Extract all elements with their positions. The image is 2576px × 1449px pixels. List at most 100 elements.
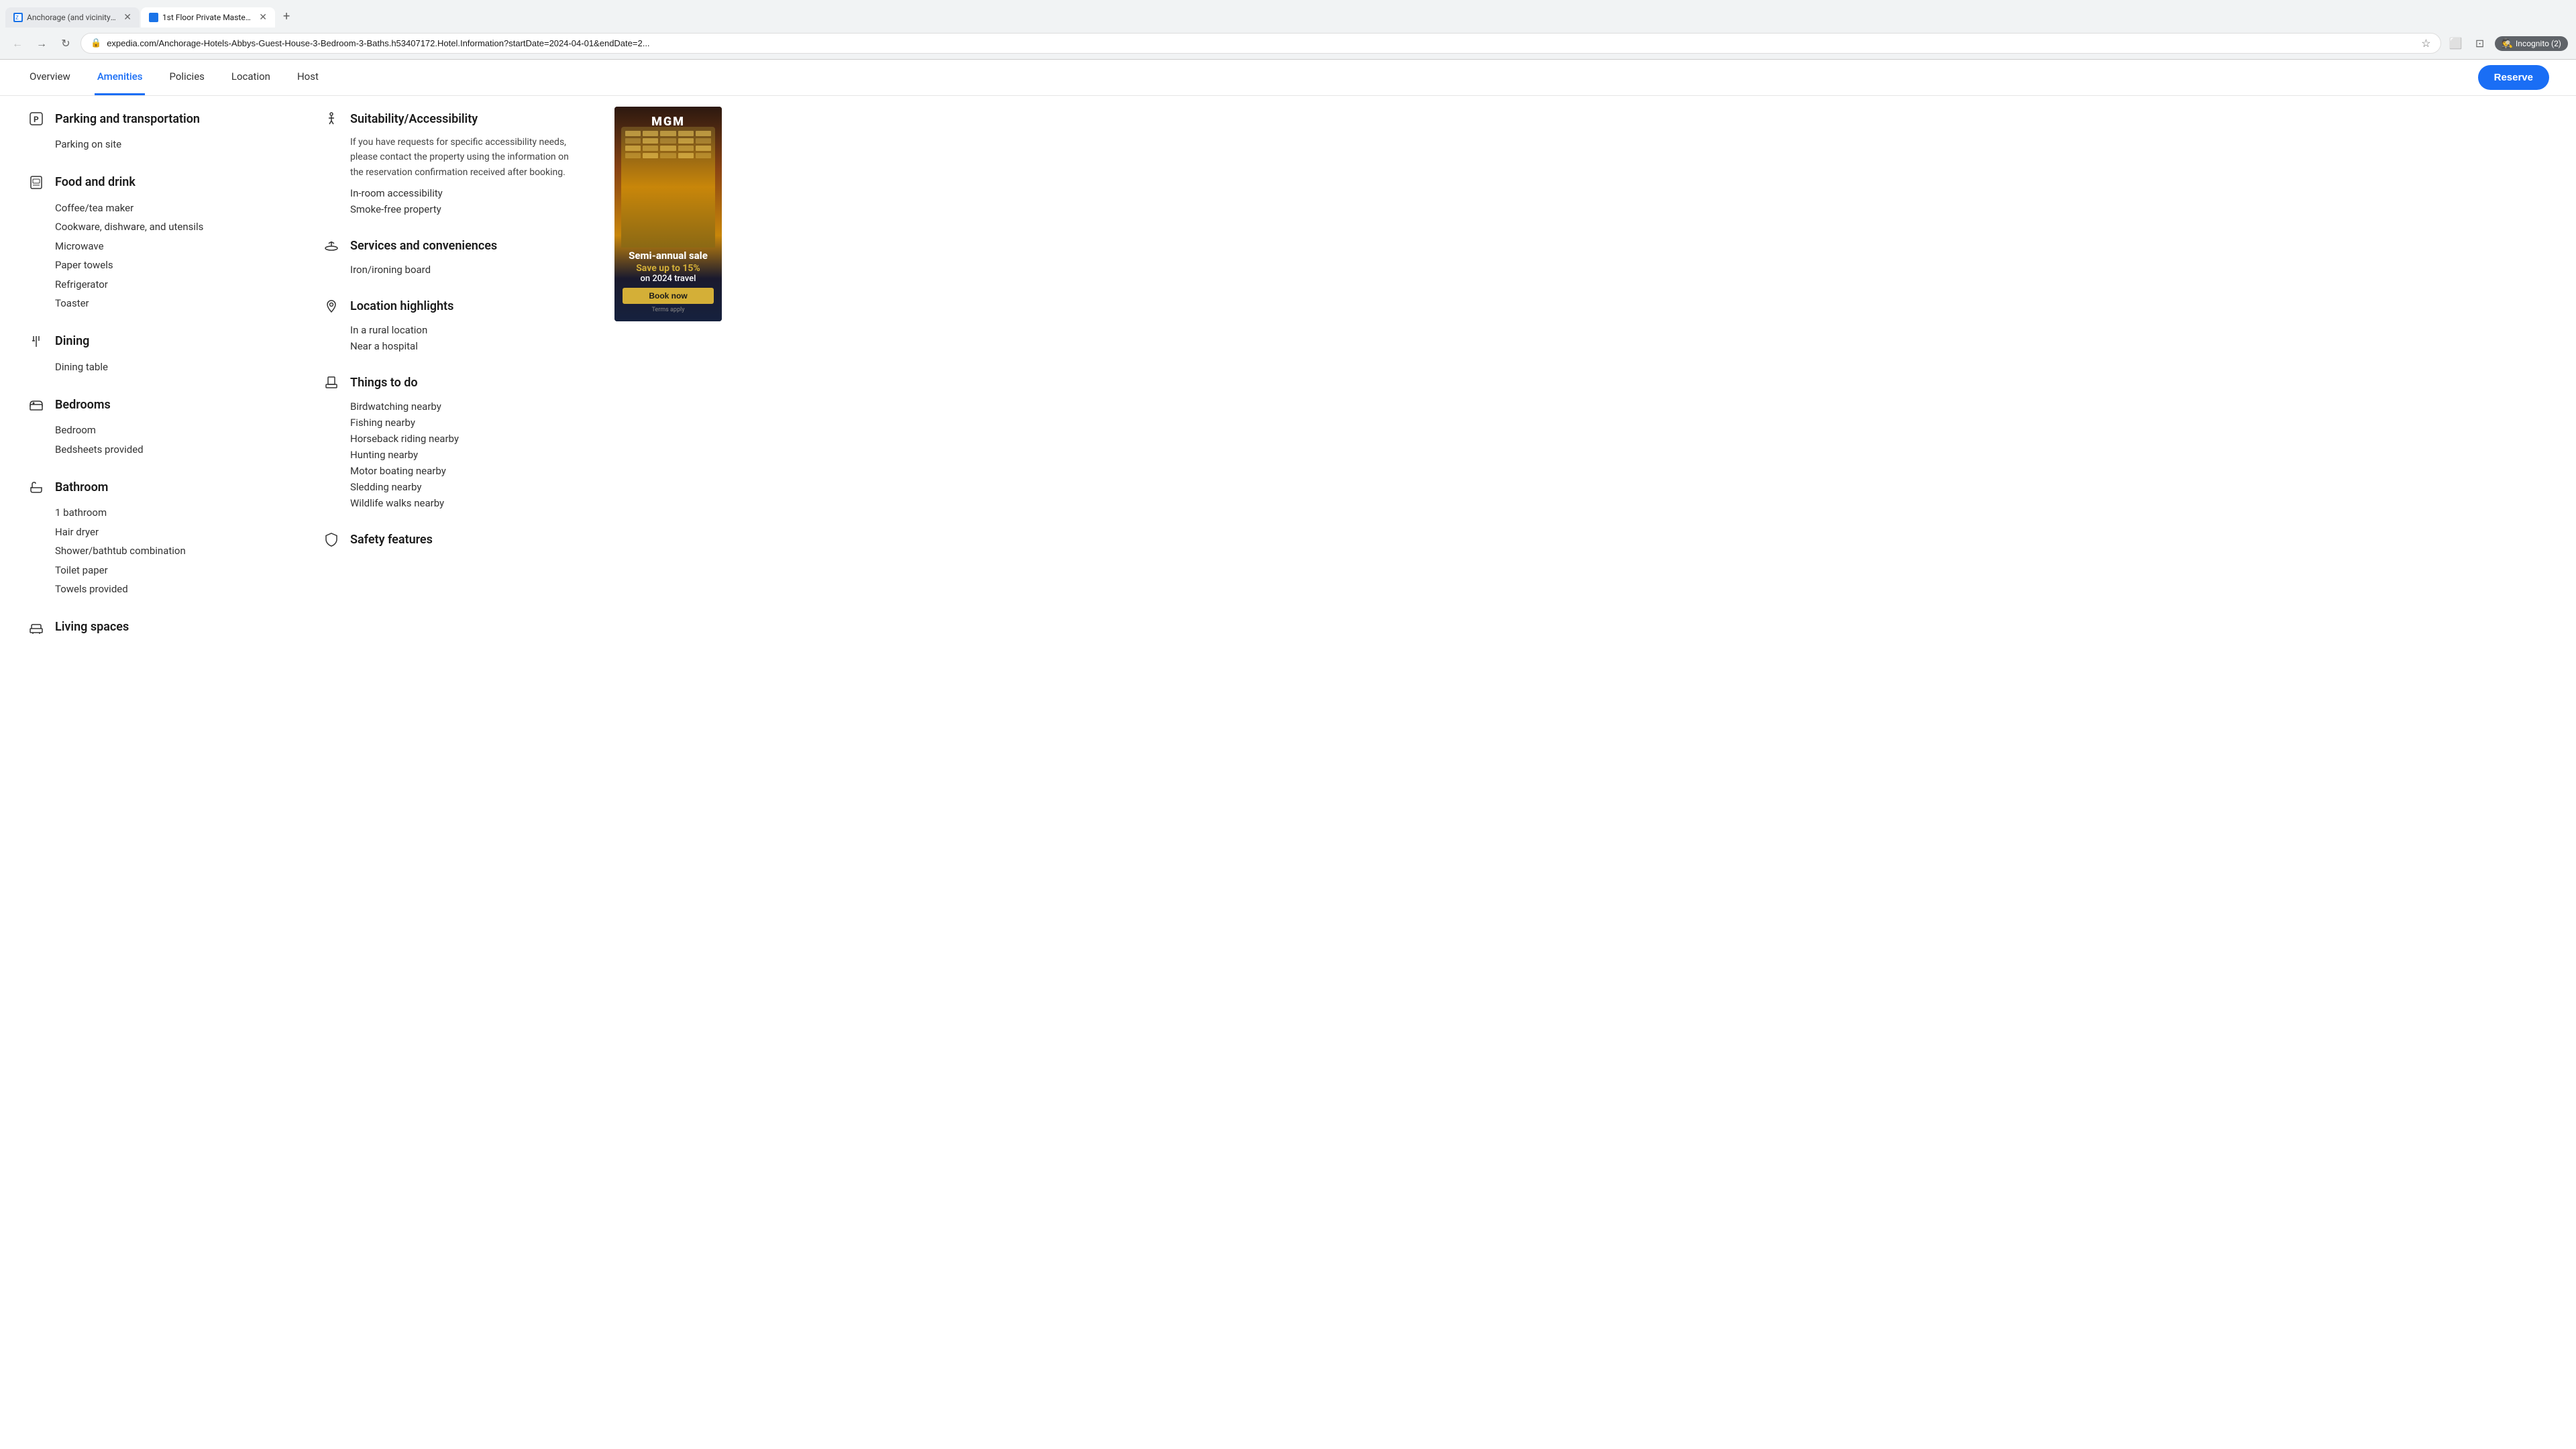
accessibility-icon — [322, 109, 341, 128]
tab-2-close[interactable]: ✕ — [259, 13, 267, 22]
bathroom-title: Bathroom — [55, 480, 108, 494]
safety-icon — [322, 530, 341, 549]
bedrooms-item-1: Bedsheets provided — [55, 440, 282, 460]
parking-item-0: Parking on site — [55, 135, 282, 154]
living-header: Living spaces — [27, 618, 282, 637]
living-icon — [27, 618, 46, 637]
nav-amenities[interactable]: Amenities — [95, 60, 146, 95]
reload-button[interactable]: ↻ — [56, 34, 75, 53]
right-column: Suitability/Accessibility If you have re… — [322, 109, 577, 655]
services-header: Services and conveniences — [322, 236, 577, 255]
location-item-1: Near a hospital — [350, 338, 577, 354]
accessibility-title: Suitability/Accessibility — [350, 112, 478, 126]
accessibility-description: If you have requests for specific access… — [322, 135, 577, 180]
cast-icon[interactable]: ⬜ — [2447, 34, 2465, 53]
food-section: Food and drink Coffee/tea maker Cookware… — [27, 173, 282, 313]
bedrooms-items: Bedroom Bedsheets provided — [27, 421, 282, 459]
accessibility-items: In-room accessibility Smoke-free propert… — [322, 185, 577, 217]
things-item-1: Fishing nearby — [350, 415, 577, 431]
ad-cta-button[interactable]: Book now — [623, 288, 714, 304]
browser-toolbar: ← → ↻ 🔒 ☆ ⬜ ⊡ 🕵 Incognito (2) — [0, 28, 2576, 59]
food-item-3: Paper towels — [55, 256, 282, 275]
parking-title: Parking and transportation — [55, 112, 200, 126]
ad-save-subtext: on 2024 travel — [623, 274, 714, 284]
zoom-icon[interactable]: ⊡ — [2471, 34, 2489, 53]
living-section: Living spaces — [27, 618, 282, 637]
new-tab-button[interactable]: + — [276, 5, 297, 28]
tab-1-close[interactable]: ✕ — [123, 13, 131, 22]
ad-save-text: Save up to 15% — [623, 263, 714, 274]
services-item-0: Iron/ironing board — [350, 262, 577, 278]
things-to-do-icon — [322, 373, 341, 392]
address-input[interactable] — [107, 38, 2416, 48]
food-item-1: Cookware, dishware, and utensils — [55, 217, 282, 237]
main-layout: P Parking and transportation Parking on … — [0, 96, 2576, 669]
accessibility-header: Suitability/Accessibility — [322, 109, 577, 128]
location-highlights-items: In a rural location Near a hospital — [322, 322, 577, 354]
bathroom-item-2: Shower/bathtub combination — [55, 541, 282, 561]
food-header: Food and drink — [27, 173, 282, 192]
food-item-2: Microwave — [55, 237, 282, 256]
bathroom-item-4: Towels provided — [55, 580, 282, 599]
location-item-0: In a rural location — [350, 322, 577, 338]
svg-text:P: P — [34, 115, 39, 124]
ad-building-windows — [621, 127, 715, 162]
dining-icon — [27, 332, 46, 351]
advertisement-area: MGM RESORTS MANDALAY BAY Semi-annual sal… — [604, 96, 711, 669]
incognito-badge[interactable]: 🕵 Incognito (2) — [2495, 36, 2568, 51]
parking-section: P Parking and transportation Parking on … — [27, 109, 282, 154]
dining-section: Dining Dining table — [27, 332, 282, 377]
nav-location[interactable]: Location — [229, 60, 273, 95]
things-to-do-items: Birdwatching nearby Fishing nearby Horse… — [322, 398, 577, 511]
bathroom-item-3: Toilet paper — [55, 561, 282, 580]
ad-building — [621, 127, 715, 248]
things-item-5: Sledding nearby — [350, 479, 577, 495]
dining-header: Dining — [27, 332, 282, 351]
tab-1[interactable]: Z Anchorage (and vicinity), Alask... ✕ — [5, 7, 140, 28]
accessibility-section: Suitability/Accessibility If you have re… — [322, 109, 577, 217]
location-highlights-title: Location highlights — [350, 299, 453, 313]
nav-overview[interactable]: Overview — [27, 60, 73, 95]
back-button[interactable]: ← — [8, 34, 27, 53]
accessibility-item-0: In-room accessibility — [350, 185, 577, 201]
tab-bar: Z Anchorage (and vicinity), Alask... ✕ 1… — [0, 0, 2576, 28]
food-items: Coffee/tea maker Cookware, dishware, and… — [27, 199, 282, 313]
browser-chrome: Z Anchorage (and vicinity), Alask... ✕ 1… — [0, 0, 2576, 60]
tab-1-favicon: Z — [13, 13, 23, 22]
content-area: P Parking and transportation Parking on … — [0, 96, 604, 669]
food-icon — [27, 173, 46, 192]
ad-image: MGM RESORTS MANDALAY BAY Semi-annual sal… — [614, 107, 722, 321]
parking-icon: P — [27, 109, 46, 128]
lock-icon: 🔒 — [91, 38, 101, 48]
svg-text:Z: Z — [15, 15, 19, 21]
forward-button[interactable]: → — [32, 34, 51, 53]
bookmark-icon[interactable]: ☆ — [2421, 37, 2430, 50]
things-item-2: Horseback riding nearby — [350, 431, 577, 447]
services-icon — [322, 236, 341, 255]
location-highlights-section: Location highlights In a rural location … — [322, 297, 577, 354]
ad-terms: Terms apply — [623, 307, 714, 313]
bedrooms-item-0: Bedroom — [55, 421, 282, 440]
things-to-do-header: Things to do — [322, 373, 577, 392]
bedrooms-icon — [27, 395, 46, 414]
bathroom-item-0: 1 bathroom — [55, 503, 282, 523]
food-item-5: Toaster — [55, 294, 282, 313]
things-to-do-title: Things to do — [350, 376, 418, 390]
address-bar[interactable]: 🔒 ☆ — [80, 33, 2441, 54]
bathroom-items: 1 bathroom Hair dryer Shower/bathtub com… — [27, 503, 282, 599]
reserve-button[interactable]: Reserve — [2478, 65, 2549, 90]
tab-1-label: Anchorage (and vicinity), Alask... — [27, 13, 117, 22]
tab-2[interactable]: 1st Floor Private Master Suite ✕ — [141, 7, 275, 28]
food-title: Food and drink — [55, 175, 136, 189]
tab-2-favicon — [149, 13, 158, 22]
nav-policies[interactable]: Policies — [166, 60, 207, 95]
things-item-6: Wildlife walks nearby — [350, 495, 577, 511]
food-item-4: Refrigerator — [55, 275, 282, 294]
left-column: P Parking and transportation Parking on … — [27, 109, 282, 655]
bathroom-section: Bathroom 1 bathroom Hair dryer Shower/ba… — [27, 478, 282, 599]
tab-2-label: 1st Floor Private Master Suite — [162, 13, 252, 22]
amenities-columns: P Parking and transportation Parking on … — [27, 109, 577, 655]
nav-host[interactable]: Host — [294, 60, 321, 95]
dining-items: Dining table — [27, 358, 282, 377]
food-item-0: Coffee/tea maker — [55, 199, 282, 218]
